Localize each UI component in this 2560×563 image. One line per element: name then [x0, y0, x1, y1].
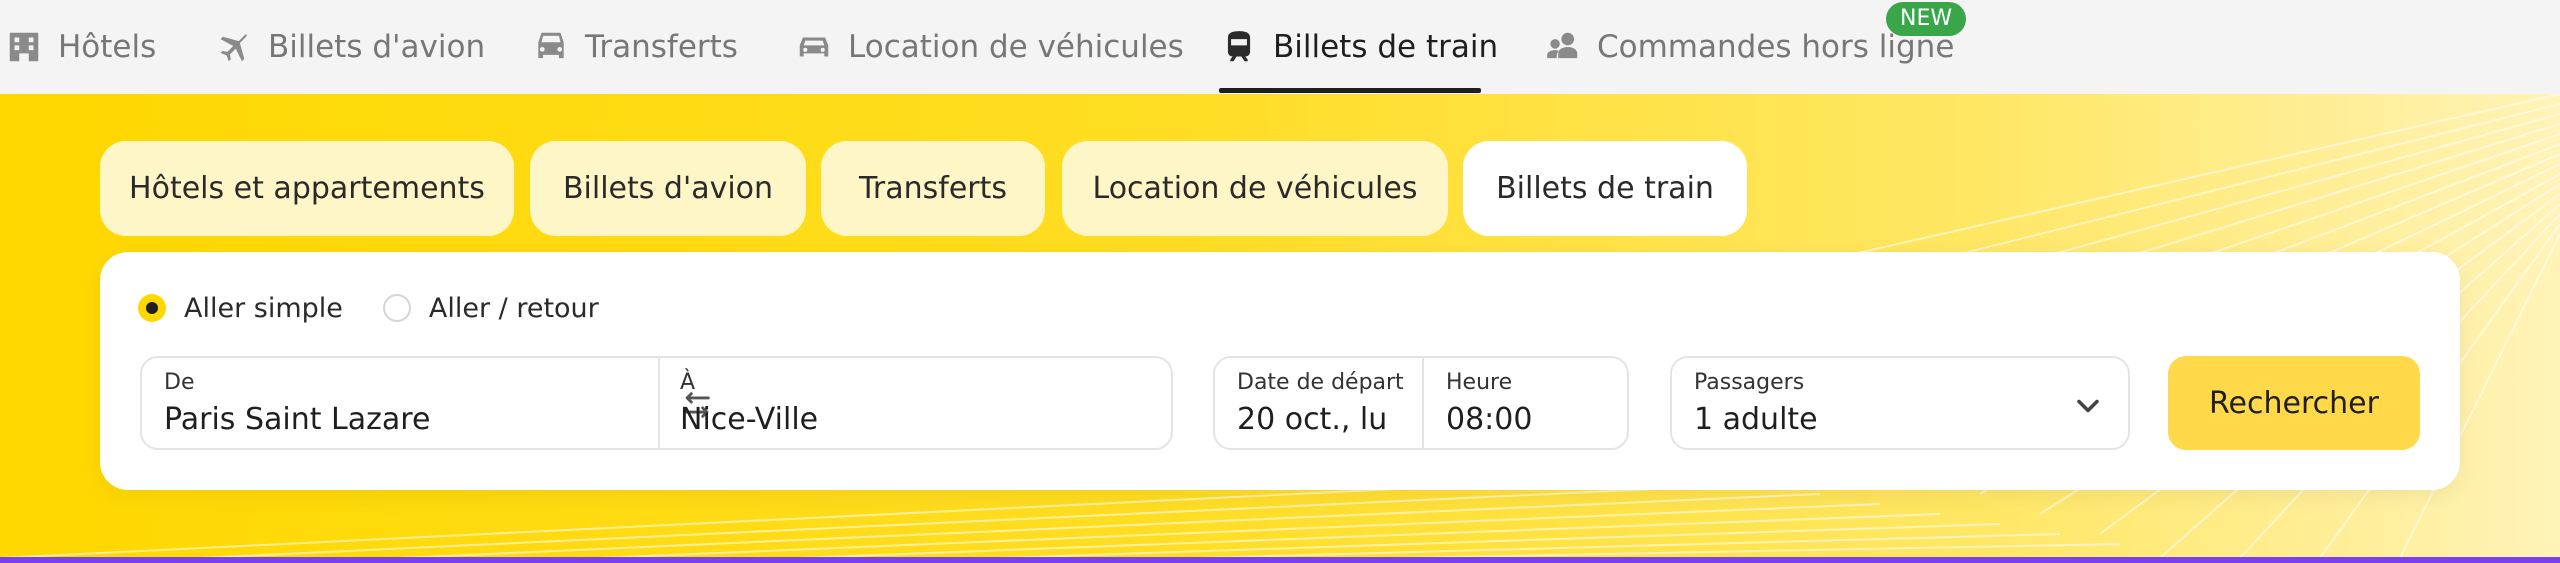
new-badge: NEW — [1886, 2, 1967, 36]
from-value: Paris Saint Lazare — [164, 402, 431, 437]
passengers-value: 1 adulte — [1694, 402, 1818, 437]
accent-bottom-bar — [0, 557, 2560, 563]
car-icon — [794, 27, 834, 67]
trip-type-selector: Aller simple Aller / retour — [138, 288, 639, 328]
train-search-form: Aller simple Aller / retour De Paris Sai… — [100, 252, 2460, 490]
active-tab-underline — [1219, 88, 1481, 93]
from-field[interactable]: De Paris Saint Lazare — [142, 358, 658, 448]
passengers-field[interactable]: Passagers 1 adulte — [1670, 356, 2130, 450]
time-value: 08:00 — [1446, 402, 1533, 437]
nav-item-train-tickets[interactable]: Billets de train — [1219, 0, 1498, 94]
support-agent-icon — [1543, 27, 1583, 67]
airplane-icon — [214, 27, 254, 67]
radio-selected-icon — [138, 294, 166, 322]
nav-item-label: Location de véhicules — [848, 29, 1184, 65]
radio-label: Aller / retour — [428, 292, 599, 324]
nav-item-hotels[interactable]: Hôtels — [4, 0, 156, 94]
nav-item-label: Transferts — [585, 29, 738, 65]
to-label: À — [680, 370, 696, 395]
departure-date-field[interactable]: Date de départ 20 oct., lu — [1215, 358, 1422, 448]
hotel-icon — [4, 27, 44, 67]
search-button[interactable]: Rechercher — [2168, 356, 2420, 450]
to-value: Nice-Ville — [680, 402, 819, 437]
tab-hotels-apartments[interactable]: Hôtels et appartements — [100, 141, 514, 236]
nav-item-label: Billets d'avion — [268, 29, 486, 65]
tab-flights[interactable]: Billets d'avion — [530, 141, 806, 236]
train-icon — [1219, 27, 1259, 67]
passengers-label: Passagers — [1694, 370, 1805, 395]
datetime-fields: Date de départ 20 oct., lu Heure 08:00 — [1213, 356, 1629, 450]
nav-item-label: Hôtels — [58, 29, 157, 65]
departure-date-label: Date de départ — [1237, 370, 1404, 395]
to-field[interactable]: À Nice-Ville — [658, 358, 1173, 448]
car-front-icon — [531, 27, 571, 67]
chevron-down-icon[interactable] — [2070, 388, 2106, 424]
tab-transfers[interactable]: Transferts — [821, 141, 1045, 236]
radio-label: Aller simple — [184, 292, 343, 324]
tab-train-tickets[interactable]: Billets de train — [1463, 141, 1747, 236]
radio-round-trip[interactable]: Aller / retour — [382, 292, 599, 324]
from-label: De — [164, 370, 195, 395]
nav-item-flights[interactable]: Billets d'avion — [214, 0, 485, 94]
passengers-select[interactable]: Passagers 1 adulte — [1672, 358, 2128, 448]
nav-item-transfers[interactable]: Transferts — [531, 0, 738, 94]
nav-item-label: Billets de train — [1273, 29, 1499, 65]
departure-date-value: 20 oct., lu — [1237, 402, 1388, 437]
top-navigation: Hôtels Billets d'avion Transferts Locati… — [0, 0, 2560, 94]
time-label: Heure — [1446, 370, 1513, 395]
time-field[interactable]: Heure 08:00 — [1424, 358, 1629, 448]
route-fields: De Paris Saint Lazare À Nice-Ville — [140, 356, 1173, 450]
radio-one-way[interactable]: Aller simple — [138, 293, 343, 324]
tab-car-rental[interactable]: Location de véhicules — [1062, 141, 1448, 236]
radio-empty-icon — [382, 294, 411, 322]
nav-item-car-rental[interactable]: Location de véhicules — [794, 0, 1184, 94]
